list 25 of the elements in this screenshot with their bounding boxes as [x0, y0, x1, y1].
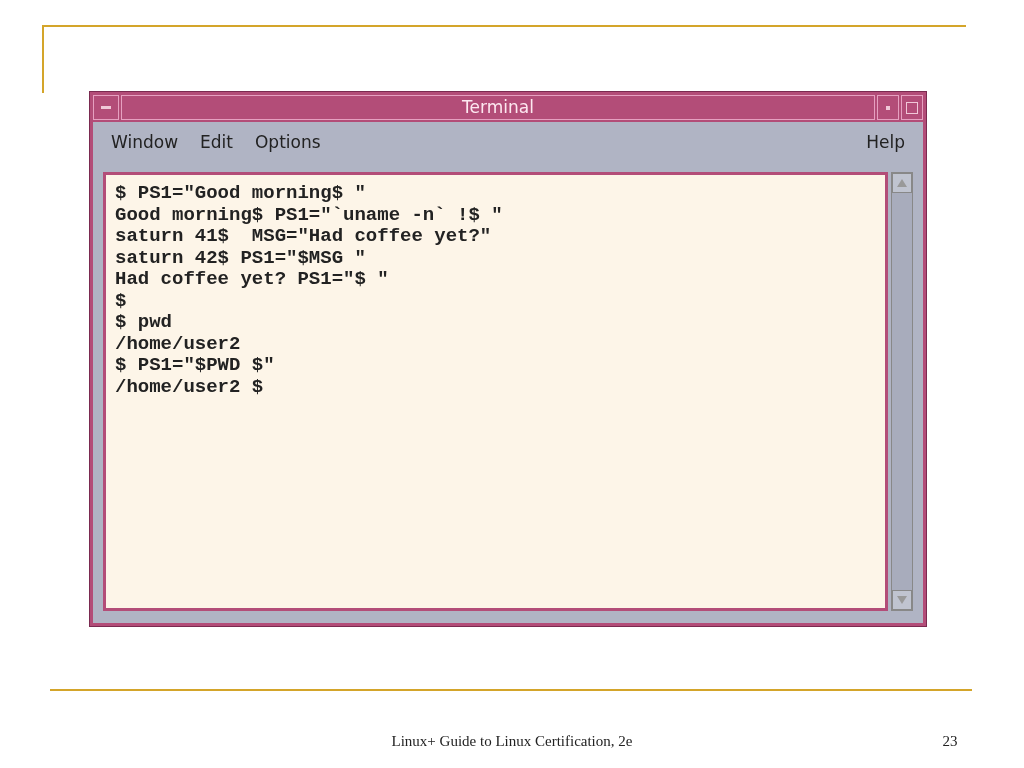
minus-icon [101, 106, 111, 109]
terminal-line: $ pwd [115, 312, 172, 334]
terminal-line: $ PS1="$PWD $" [115, 355, 275, 377]
terminal-line: /home/user2 [115, 333, 241, 355]
menu-item[interactable]: Edit [200, 130, 233, 156]
terminal-line: Good morning$ PS1="`uname -n` !$ " [115, 204, 503, 226]
slide-page-number: 23 [941, 732, 959, 751]
scrollbar[interactable] [891, 172, 913, 611]
square-icon [906, 101, 918, 114]
terminal-line: Had coffee yet? PS1="$ " [115, 269, 389, 291]
terminal-line: /home/user2 $ [115, 376, 264, 398]
menu-item[interactable]: Help [866, 130, 905, 156]
terminal-line: $ [115, 290, 127, 312]
maximize-button[interactable] [901, 95, 923, 120]
scroll-down-icon[interactable] [892, 590, 912, 610]
window-title: Terminal [121, 95, 875, 120]
slide-footer-title: Linux+ Guide to Linux Certification, 2e [390, 732, 634, 751]
terminal-line: $ PS1="Good morning$ " [115, 183, 366, 205]
menu-item[interactable]: Window [111, 130, 179, 156]
terminal-line: saturn 41$ MSG="Had coffee yet?" [115, 226, 492, 248]
window-menu-button[interactable] [93, 95, 119, 120]
minimize-button[interactable] [877, 95, 899, 120]
menu-item[interactable]: Options [254, 130, 321, 156]
terminal-line: saturn 42$ PS1="$MSG " [115, 247, 366, 269]
scroll-up-icon[interactable] [892, 173, 912, 193]
